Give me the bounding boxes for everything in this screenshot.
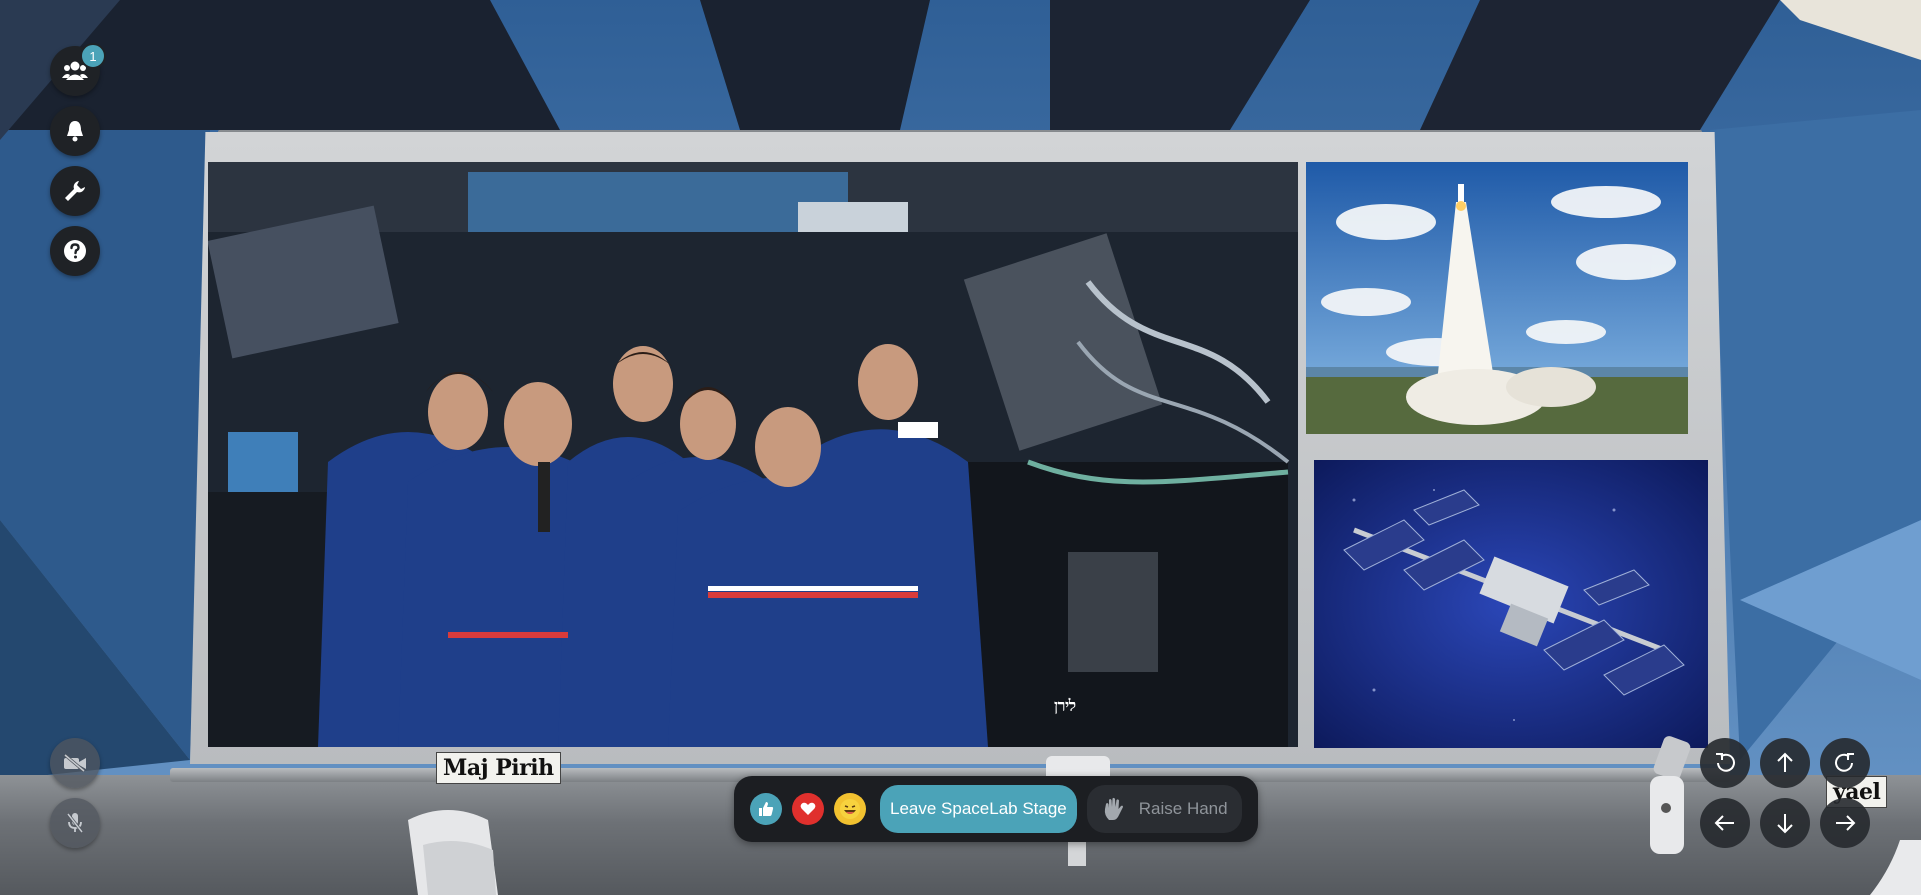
heart-reaction-button[interactable] [792, 793, 824, 825]
rocket-launch-panel[interactable] [1306, 162, 1688, 434]
move-right-button[interactable] [1820, 798, 1870, 848]
arrow-right-icon [1836, 815, 1856, 831]
name-tag-stage: לירן [1054, 696, 1076, 715]
move-down-button[interactable] [1760, 798, 1810, 848]
video-off-icon [64, 754, 86, 772]
arrow-up-icon [1777, 752, 1793, 772]
bell-icon [67, 121, 83, 142]
notifications-button[interactable] [50, 106, 100, 156]
move-left-button[interactable] [1700, 798, 1750, 848]
avatar-chair-corner [1870, 840, 1921, 895]
rotate-right-button[interactable] [1820, 738, 1870, 788]
laugh-icon [840, 799, 860, 819]
participants-count-badge: 1 [80, 43, 106, 69]
arrow-down-icon [1777, 814, 1793, 834]
arrow-left-icon [1714, 815, 1734, 831]
thumbs-up-icon [759, 802, 774, 816]
iss-panel[interactable] [1314, 460, 1708, 748]
toggle-video-button[interactable] [50, 738, 100, 788]
help-icon [64, 240, 86, 262]
iss-image [1314, 460, 1708, 748]
toggle-mic-button[interactable] [50, 798, 100, 848]
laugh-reaction-button[interactable] [834, 793, 866, 825]
help-button[interactable] [50, 226, 100, 276]
heart-icon [800, 802, 816, 815]
reaction-bar: Leave SpaceLab Stage Raise Hand [734, 776, 1258, 842]
rotate-right-icon [1835, 753, 1854, 772]
rotate-left-button[interactable] [1700, 738, 1750, 788]
avatar-figure-right [1650, 736, 1691, 854]
stage-video-panel[interactable] [208, 162, 1298, 747]
raise-hand-icon [1104, 797, 1123, 820]
wrench-icon [65, 181, 85, 201]
like-reaction-button[interactable] [750, 793, 782, 825]
leave-stage-button[interactable]: Leave SpaceLab Stage [880, 785, 1077, 833]
raise-hand-label: Raise Hand [1138, 799, 1228, 818]
mic-off-icon [66, 813, 84, 833]
name-tag-left: Maj Pirih [436, 752, 561, 784]
move-up-button[interactable] [1760, 738, 1810, 788]
crew-video-image [208, 162, 1298, 747]
raise-hand-button[interactable]: Raise Hand [1086, 785, 1242, 833]
settings-button[interactable] [50, 166, 100, 216]
avatar-chair-left [408, 810, 498, 895]
rotate-left-icon [1716, 753, 1735, 772]
rocket-launch-image [1306, 162, 1688, 434]
